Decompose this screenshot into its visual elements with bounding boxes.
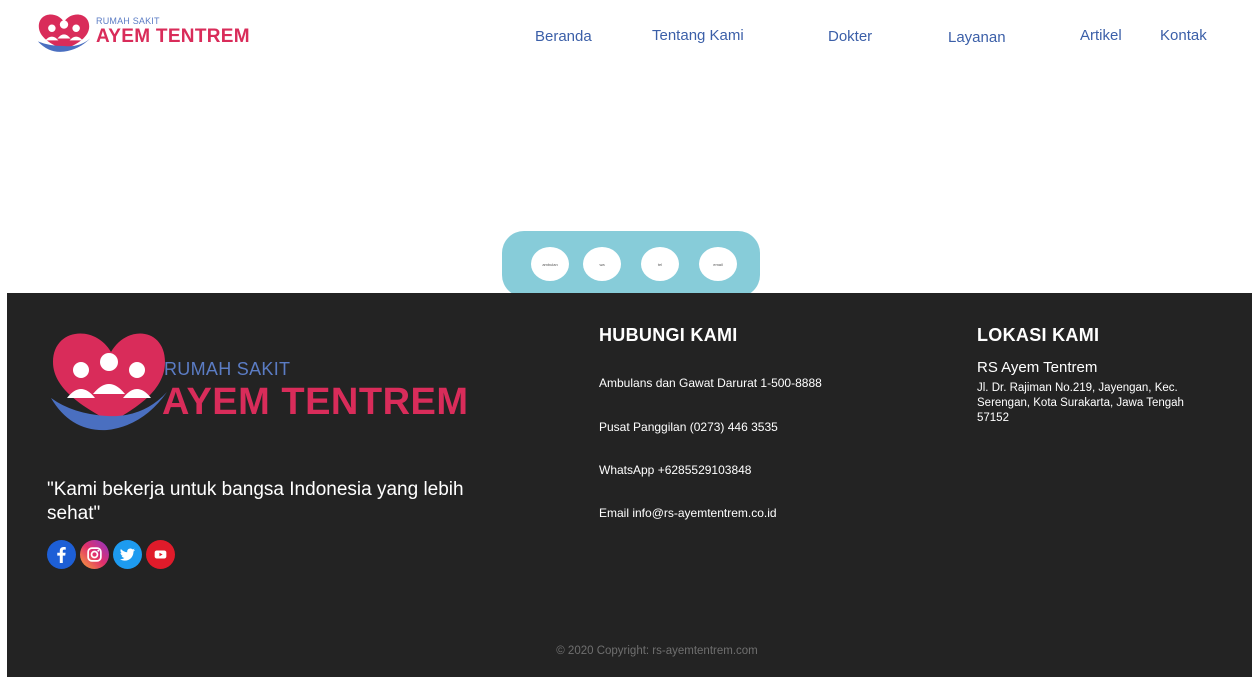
contact-heading: HUBUNGI KAMI <box>599 325 738 345</box>
whatsapp-button[interactable]: wa <box>583 247 621 281</box>
social-links <box>47 540 175 569</box>
footer-brand-title: AYEM TENTREM <box>162 381 469 423</box>
instagram-icon[interactable] <box>80 540 109 569</box>
copyright-text: © 2020 Copyright: rs-ayemtentrem.com <box>556 645 758 657</box>
nav-item-artikel[interactable]: Artikel <box>1080 27 1122 44</box>
location-address: Jl. Dr. Rajiman No.219, Jayengan, Kec. S… <box>977 382 1184 424</box>
nav-item-tentang-kami[interactable]: Tentang Kami <box>652 27 744 44</box>
nav-item-beranda[interactable]: Beranda <box>535 28 592 45</box>
contact-email: Email info@rs-ayemtentrem.co.id <box>599 506 777 520</box>
email-button[interactable]: email <box>699 247 737 281</box>
twitter-icon[interactable] <box>113 540 142 569</box>
site-footer: RUMAH SAKIT AYEM TENTREM "Kami bekerja u… <box>7 293 1252 677</box>
footer-quote: "Kami bekerja untuk bangsa Indonesia yan… <box>47 479 464 524</box>
nav-item-kontak[interactable]: Kontak <box>1160 27 1207 44</box>
location-name: RS Ayem Tentrem <box>977 359 1098 376</box>
site-header: RUMAH SAKIT AYEM TENTREM Beranda Tentang… <box>0 0 1252 80</box>
heart-family-logo-icon <box>51 333 167 431</box>
nav-item-dokter[interactable]: Dokter <box>828 28 872 45</box>
quick-action-bar: ambulan wa tel email <box>502 231 760 297</box>
footer-brand-subtitle: RUMAH SAKIT <box>164 359 291 379</box>
facebook-icon[interactable] <box>47 540 76 569</box>
contact-call-center: Pusat Panggilan (0273) 446 3535 <box>599 420 778 434</box>
youtube-icon[interactable] <box>146 540 175 569</box>
contact-ambulance: Ambulans dan Gawat Darurat 1-500-8888 <box>599 376 822 390</box>
main-nav: Beranda Tentang Kami Dokter Layanan Arti… <box>0 27 1252 50</box>
nav-item-layanan[interactable]: Layanan <box>948 29 1006 46</box>
contact-whatsapp: WhatsApp +6285529103848 <box>599 463 752 477</box>
location-heading: LOKASI KAMI <box>977 325 1100 345</box>
ambulance-button[interactable]: ambulan <box>531 247 569 281</box>
brand-subtitle: RUMAH SAKIT <box>96 16 160 26</box>
phone-button[interactable]: tel <box>641 247 679 281</box>
